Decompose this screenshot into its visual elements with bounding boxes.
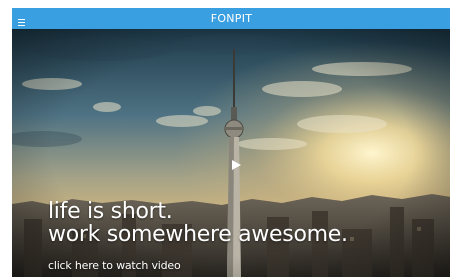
app-viewport: FONPIT life is short. work somewhere awe… [12,8,450,277]
hero-section: life is short. work somewhere awesome. c… [12,29,450,277]
headline-line-1: life is short. [48,199,173,224]
page: FONPIT life is short. work somewhere awe… [0,0,450,277]
top-nav-bar: FONPIT [12,8,450,29]
watch-video-link[interactable]: click here to watch video [48,259,181,272]
hero-headline: life is short. work somewhere awesome. [48,200,348,246]
brand-title[interactable]: FONPIT [211,12,253,25]
headline-line-2: work somewhere awesome. [48,222,348,247]
hamburger-menu-icon[interactable] [18,14,25,26]
play-icon[interactable] [232,157,241,170]
